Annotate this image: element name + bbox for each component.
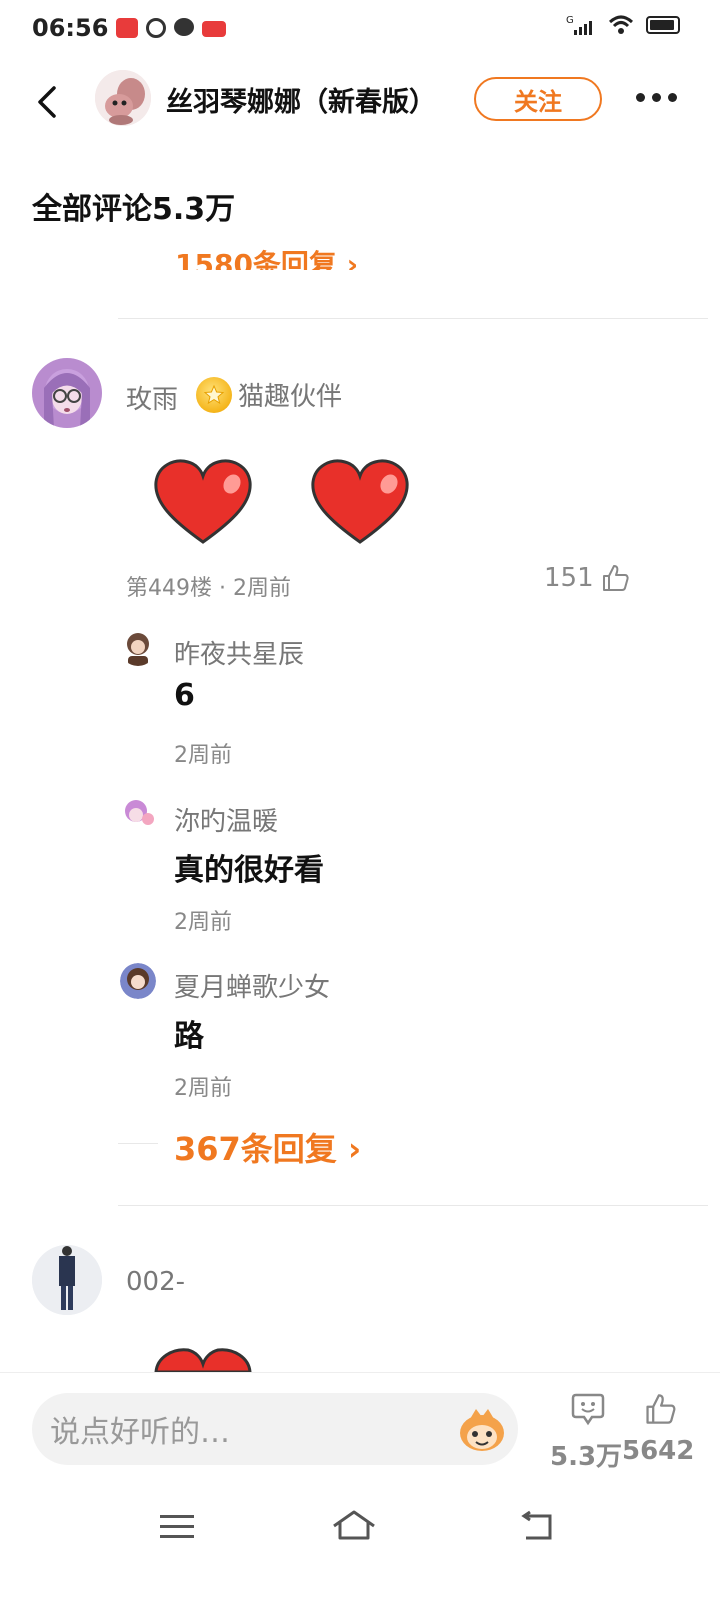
comments-button[interactable] <box>552 1392 624 1430</box>
reply-time: 2周前 <box>174 910 232 935</box>
like-count: 151 <box>544 563 594 593</box>
previous-replies-link[interactable]: 1580条回复 › <box>175 240 358 270</box>
back-icon[interactable] <box>30 82 70 122</box>
chevron-right-icon: › <box>347 1130 362 1168</box>
more-replies-link[interactable]: 367条回复 › <box>174 1124 361 1170</box>
more-options-icon[interactable] <box>636 93 677 102</box>
comment-input-placeholder: 说点好听的… <box>50 1415 230 1450</box>
emoji-picker-icon[interactable] <box>456 1405 508 1453</box>
reply-text: 路 <box>174 1019 204 1054</box>
author-name[interactable]: 丝羽琴娜娜（新春版） <box>166 80 436 119</box>
wifi-icon <box>608 15 634 34</box>
member-badge[interactable]: 猫趣伙伴 <box>196 376 342 413</box>
reply-author[interactable]: 昨夜共星辰 <box>174 634 304 671</box>
more-replies-label: 367条回复 <box>174 1130 337 1168</box>
comments-count-title: 全部评论5.3万 <box>32 192 236 227</box>
suit-figure-avatar-icon <box>32 1245 102 1315</box>
link-notification-icon <box>146 18 166 38</box>
comment-count: 5.3万 <box>550 1442 623 1472</box>
reply-text: 6 <box>174 678 195 713</box>
commenter-name[interactable]: 玫雨 <box>126 379 178 416</box>
commenter-avatar[interactable] <box>32 358 102 428</box>
back-nav-icon[interactable] <box>518 1510 558 1542</box>
squirrel-avatar-icon <box>95 70 151 126</box>
reply-time: 2周前 <box>174 1076 232 1101</box>
user-avatar-icon <box>120 630 156 666</box>
anime-girl-avatar-icon <box>32 358 102 428</box>
commenter-name[interactable]: 002- <box>126 1267 185 1297</box>
thumbs-up-icon <box>646 1394 676 1424</box>
comment-meta: 第449楼 · 2周前 <box>126 576 291 601</box>
reply-author[interactable]: 沵旳温暖 <box>174 801 278 838</box>
like-count: 5642 <box>622 1436 695 1466</box>
news-notification-icon <box>202 21 226 37</box>
app-notification-icon <box>116 18 138 38</box>
heart-emoji-icon <box>154 459 252 544</box>
comment-bubble-icon <box>571 1393 605 1426</box>
reply-time: 2周前 <box>174 743 232 768</box>
reply-avatar[interactable] <box>120 630 156 666</box>
user-avatar-icon <box>120 963 156 999</box>
reply-avatar[interactable] <box>120 797 156 833</box>
comment-like-button[interactable]: 151 <box>544 563 630 593</box>
commenter-avatar[interactable] <box>32 1245 102 1315</box>
comment-divider <box>118 318 708 319</box>
reply-author[interactable]: 夏月蝉歌少女 <box>174 967 330 1004</box>
status-indicators: G <box>566 14 680 36</box>
heart-emoji-icon <box>154 1348 252 1372</box>
like-button[interactable] <box>630 1392 690 1430</box>
reply-text: 真的很好看 <box>174 853 324 888</box>
chat-notification-icon <box>174 18 194 36</box>
home-icon[interactable] <box>330 1508 378 1544</box>
more-replies-line <box>118 1143 158 1144</box>
star-badge-icon <box>196 376 232 413</box>
follow-button[interactable]: 关注 <box>474 77 602 121</box>
menu-icon[interactable] <box>158 1512 196 1542</box>
user-avatar-icon <box>120 797 156 833</box>
battery-icon <box>646 16 680 34</box>
comment-divider <box>118 1205 708 1206</box>
status-time: 06:56 <box>32 14 109 42</box>
badge-label: 猫趣伙伴 <box>238 382 343 412</box>
reply-avatar[interactable] <box>120 963 156 999</box>
author-avatar[interactable] <box>95 70 151 126</box>
comment-input[interactable]: 说点好听的… <box>32 1393 518 1465</box>
heart-emoji-icon <box>311 459 409 544</box>
thumbs-up-icon <box>602 565 629 591</box>
svg-text:G: G <box>566 15 574 26</box>
signal-icon: G <box>566 15 592 35</box>
